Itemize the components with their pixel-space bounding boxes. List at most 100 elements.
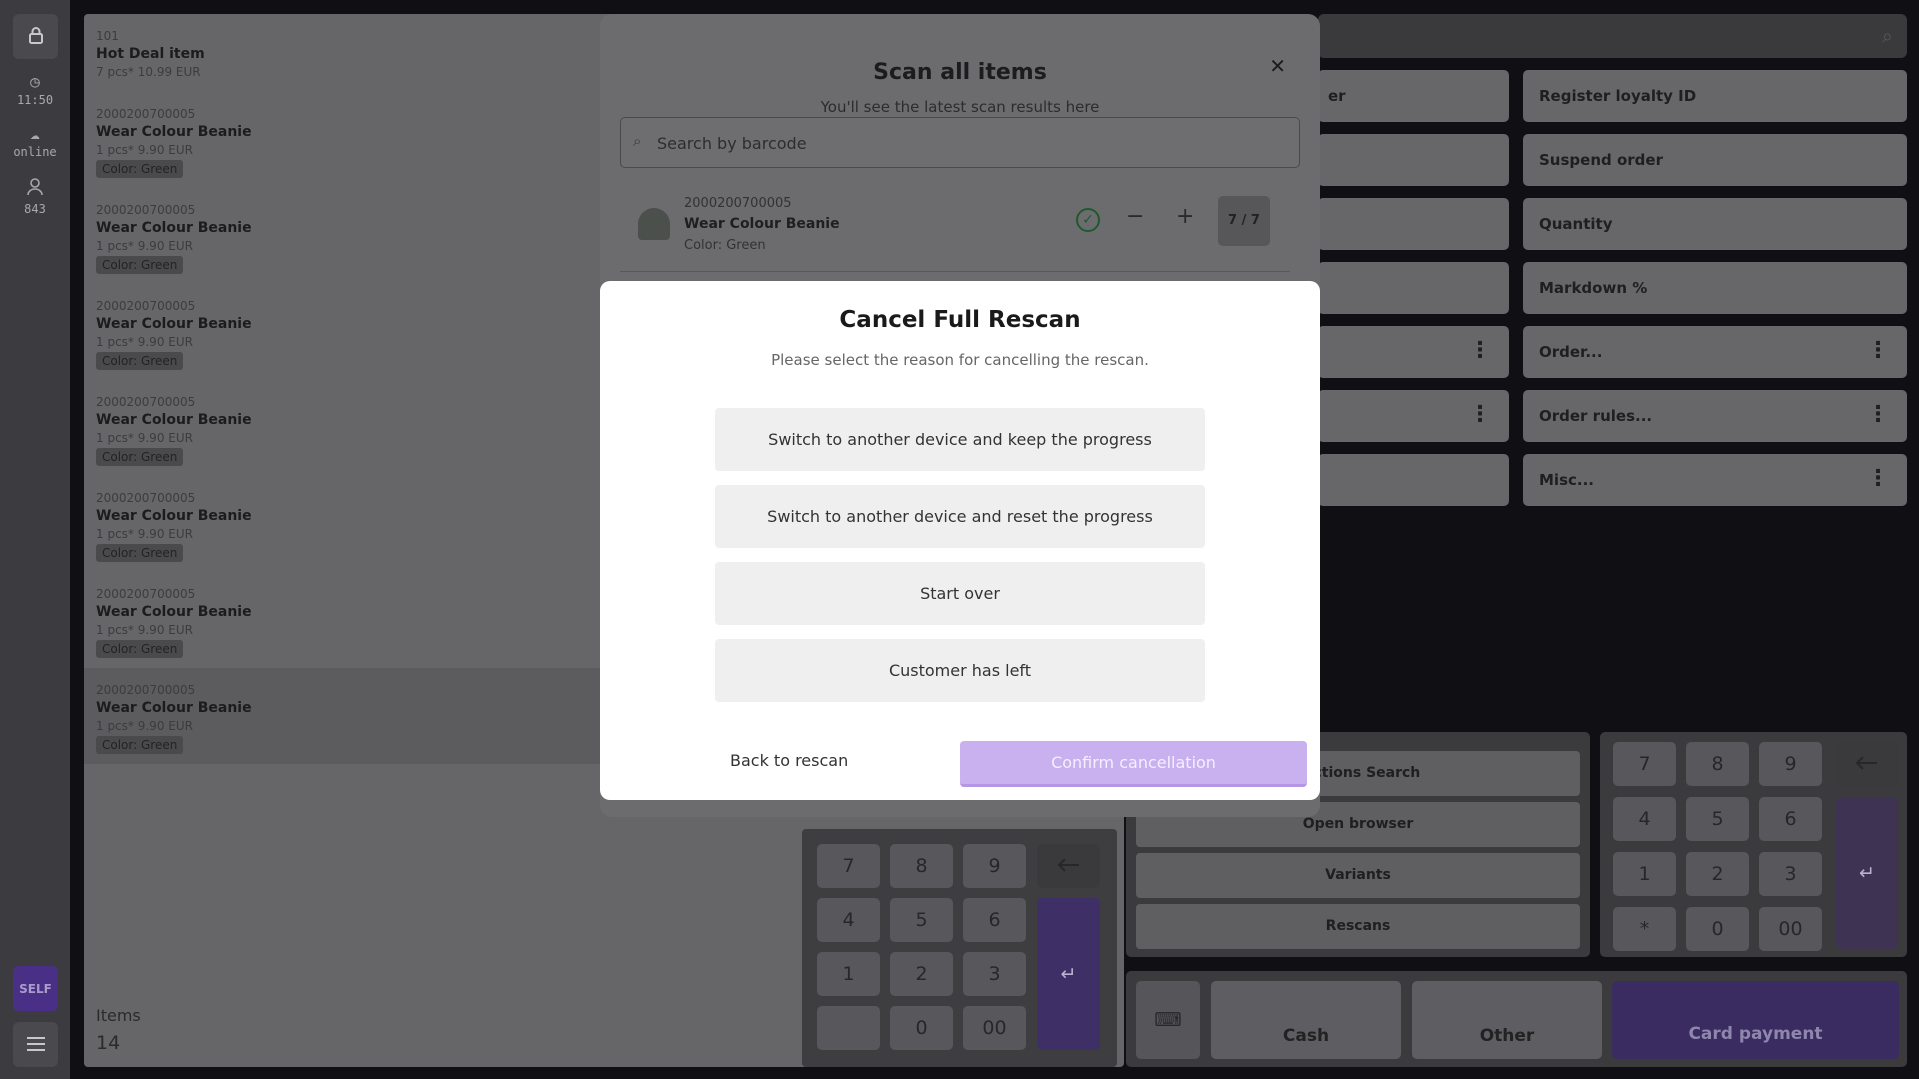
function-button[interactable]: Suspend order: [1523, 134, 1907, 186]
center-keypad-key[interactable]: 9: [963, 844, 1026, 888]
reason-keep-progress[interactable]: Switch to another device and keep the pr…: [715, 408, 1205, 471]
close-icon: ✕: [1269, 54, 1286, 78]
center-keypad-key[interactable]: 6: [963, 898, 1026, 942]
increase-button[interactable]: +: [1176, 204, 1194, 229]
function-button[interactable]: er: [1318, 70, 1509, 122]
right-backspace-key[interactable]: [1836, 742, 1898, 786]
search-icon: ⌕: [1881, 24, 1893, 48]
function-button[interactable]: [1318, 198, 1509, 250]
more-vertical-icon[interactable]: ⋮: [1469, 402, 1491, 427]
center-keypad-key[interactable]: 3: [963, 952, 1026, 996]
center-keypad-key[interactable]: 8: [890, 844, 953, 888]
right-keypad-key[interactable]: 9: [1759, 742, 1822, 786]
tool-button[interactable]: Rescans: [1136, 904, 1580, 949]
dialog-subtitle: Please select the reason for cancelling …: [771, 351, 1149, 369]
reason-start-over[interactable]: Start over: [715, 562, 1205, 625]
back-to-rescan-button[interactable]: Back to rescan: [730, 751, 848, 770]
reason-customer-left[interactable]: Customer has left: [715, 639, 1205, 702]
scan-item-code: 2000200700005: [684, 196, 792, 211]
reason-reset-progress[interactable]: Switch to another device and reset the p…: [715, 485, 1205, 548]
center-keypad-key[interactable]: 0: [890, 1006, 953, 1050]
order-item-tag: Color: Green: [96, 544, 184, 562]
function-button[interactable]: Register loyalty ID: [1523, 70, 1907, 122]
product-search-bar[interactable]: ⌕: [1318, 14, 1907, 58]
scan-modal-title: Scan all items: [873, 60, 1047, 85]
cloud-icon: ☁: [30, 124, 40, 143]
right-enter-key[interactable]: ↵: [1836, 797, 1898, 949]
items-label: Items: [96, 1006, 141, 1025]
plus-icon: +: [1176, 204, 1195, 229]
scan-item-name: Wear Colour Beanie: [684, 216, 840, 232]
other-label: Other: [1479, 1026, 1535, 1046]
cash-label: Cash: [1282, 1026, 1330, 1046]
right-keypad-key[interactable]: 5: [1686, 797, 1749, 841]
function-button[interactable]: Order... ⋮: [1523, 326, 1907, 378]
more-vertical-icon[interactable]: ⋮: [1867, 466, 1889, 491]
center-keypad-key[interactable]: 7: [817, 844, 880, 888]
function-button[interactable]: ⋮: [1318, 326, 1509, 378]
center-enter-key[interactable]: ↵: [1037, 898, 1100, 1050]
function-button[interactable]: Order rules... ⋮: [1523, 390, 1907, 442]
cancel-rescan-dialog: Cancel Full Rescan Please select the rea…: [600, 281, 1320, 800]
function-button-label: Order...: [1539, 343, 1603, 361]
right-keypad-key[interactable]: 1: [1613, 852, 1676, 896]
decrease-button[interactable]: −: [1126, 204, 1144, 229]
cash-button[interactable]: Cash: [1211, 981, 1401, 1059]
scan-result-row: 2000200700005 Wear Colour Beanie Color: …: [620, 190, 1290, 272]
close-button[interactable]: ✕: [1269, 54, 1286, 78]
function-button[interactable]: ⋮: [1318, 390, 1509, 442]
function-button-label: Markdown %: [1539, 279, 1648, 297]
right-keypad-key[interactable]: 8: [1686, 742, 1749, 786]
function-button[interactable]: [1318, 134, 1509, 186]
right-keypad-key[interactable]: 7: [1613, 742, 1676, 786]
more-vertical-icon[interactable]: ⋮: [1469, 338, 1491, 363]
clock-indicator: ◷ 11:50: [0, 72, 70, 107]
check-circle-icon: ✓: [1076, 208, 1100, 232]
center-backspace-key[interactable]: [1037, 844, 1100, 888]
self-button[interactable]: SELF: [13, 966, 58, 1011]
clock-icon: ◷: [30, 72, 40, 91]
function-button[interactable]: Markdown %: [1523, 262, 1907, 314]
tool-button[interactable]: Variants: [1136, 853, 1580, 898]
right-keypad-key[interactable]: 3: [1759, 852, 1822, 896]
right-keypad-key[interactable]: 2: [1686, 852, 1749, 896]
other-payment-button[interactable]: Other: [1412, 981, 1602, 1059]
more-vertical-icon[interactable]: ⋮: [1867, 402, 1889, 427]
function-button[interactable]: [1318, 262, 1509, 314]
function-button-label: er: [1328, 87, 1346, 105]
right-keypad-key[interactable]: 4: [1613, 797, 1676, 841]
function-button-label: Misc...: [1539, 471, 1594, 489]
confirm-cancellation-button[interactable]: Confirm cancellation: [960, 741, 1307, 787]
enter-icon: ↵: [1859, 862, 1875, 884]
menu-button[interactable]: [13, 1022, 58, 1067]
right-keypad-key[interactable]: 0: [1686, 907, 1749, 951]
clock-time: 11:50: [16, 93, 54, 107]
barcode-search-input[interactable]: [657, 130, 1257, 156]
minus-icon: −: [1126, 204, 1145, 229]
right-keypad-key[interactable]: 6: [1759, 797, 1822, 841]
search-icon: ⌕: [633, 132, 642, 150]
order-item-tag: Color: Green: [96, 352, 184, 370]
card-payment-button[interactable]: Card payment: [1612, 981, 1899, 1059]
lock-button[interactable]: [13, 14, 58, 59]
center-keypad-key[interactable]: 1: [817, 952, 880, 996]
center-keypad-key[interactable]: [817, 1006, 880, 1050]
right-keypad-key[interactable]: 00: [1759, 907, 1822, 951]
center-keypad-key[interactable]: 2: [890, 952, 953, 996]
connection-status: online: [13, 145, 57, 159]
function-button[interactable]: Quantity: [1523, 198, 1907, 250]
right-keypad-key[interactable]: *: [1613, 907, 1676, 951]
function-button-label: Quantity: [1539, 215, 1613, 233]
function-button[interactable]: [1318, 454, 1509, 506]
center-keypad-key[interactable]: 5: [890, 898, 953, 942]
center-keypad-key[interactable]: 4: [817, 898, 880, 942]
center-keypad-key[interactable]: 00: [963, 1006, 1026, 1050]
more-vertical-icon[interactable]: ⋮: [1867, 338, 1889, 363]
keyboard-button[interactable]: ⌨: [1136, 981, 1200, 1059]
scan-modal-subtitle: You'll see the latest scan results here: [820, 98, 1100, 116]
order-item-tag: Color: Green: [96, 448, 184, 466]
function-button[interactable]: Misc... ⋮: [1523, 454, 1907, 506]
user-indicator[interactable]: 843: [0, 178, 70, 216]
keyboard-icon: ⌨: [1154, 1009, 1182, 1031]
items-count: 14: [96, 1032, 121, 1054]
